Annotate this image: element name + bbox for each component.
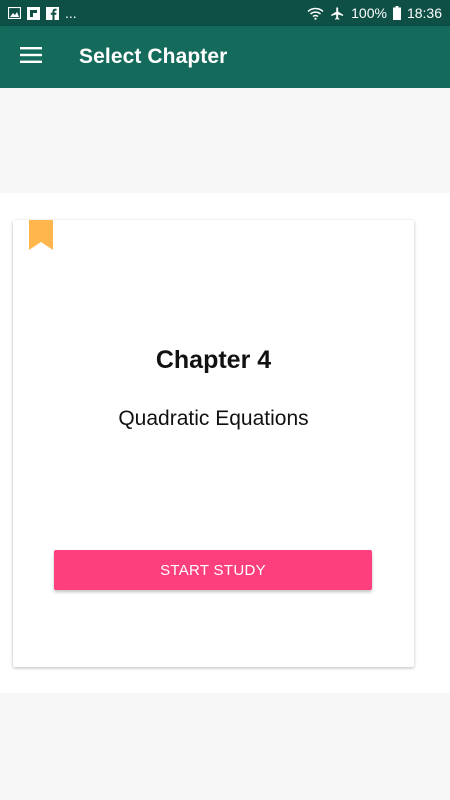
airplane-mode-icon bbox=[330, 6, 345, 21]
gallery-icon bbox=[8, 7, 21, 19]
battery-percent: 100% bbox=[351, 5, 387, 21]
chapter-card[interactable]: Chapter 4 Quadratic Equations START STUD… bbox=[13, 220, 414, 667]
status-notification-icons: ... bbox=[8, 5, 77, 21]
status-bar: ... 100% 18:36 bbox=[0, 0, 450, 26]
navigation-menu-button[interactable] bbox=[0, 26, 62, 88]
wifi-icon bbox=[307, 7, 324, 20]
chapter-number: Chapter 4 bbox=[155, 346, 272, 374]
chapter-title: Quadratic Equations bbox=[118, 407, 309, 430]
page-title: Select Chapter bbox=[79, 45, 228, 68]
hamburger-menu-icon bbox=[20, 46, 42, 68]
facebook-icon bbox=[46, 6, 59, 20]
more-notifications-indicator: ... bbox=[65, 5, 77, 21]
app-bar: Select Chapter bbox=[0, 26, 450, 88]
battery-icon bbox=[392, 6, 401, 20]
start-study-button[interactable]: START STUDY bbox=[54, 550, 372, 590]
status-system-icons: 100% 18:36 bbox=[307, 5, 442, 21]
bookmark-icon[interactable] bbox=[29, 220, 53, 250]
clock: 18:36 bbox=[406, 5, 442, 21]
flipboard-icon bbox=[27, 6, 40, 20]
